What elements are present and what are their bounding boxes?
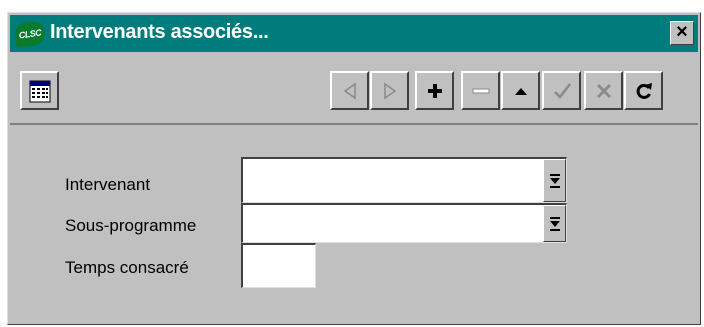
- previous-button[interactable]: [330, 71, 369, 110]
- x-icon: [596, 83, 611, 98]
- intervenant-label: Intervenant: [65, 175, 151, 194]
- cancel-button[interactable]: [584, 71, 623, 110]
- calendar-icon: [29, 80, 50, 102]
- triangle-up-icon: [514, 87, 527, 95]
- add-button[interactable]: [415, 71, 454, 110]
- check-icon: [553, 82, 571, 99]
- form-area: Intervenant Sous-programme Temps consacr…: [10, 125, 698, 322]
- window-title: Intervenants associés...: [50, 21, 269, 43]
- clsc-logo: CLSC: [13, 20, 47, 48]
- refresh-button[interactable]: [624, 71, 663, 110]
- refresh-icon: [636, 82, 652, 99]
- delete-button[interactable]: [461, 71, 500, 110]
- chevron-down-icon: [549, 173, 560, 188]
- toolbar: [10, 55, 698, 125]
- confirm-button[interactable]: [542, 71, 581, 110]
- triangle-left-icon: [343, 82, 356, 99]
- sous-programme-label: Sous-programme: [65, 216, 197, 235]
- intervenant-dropdown-button[interactable]: [543, 159, 566, 202]
- title-bar[interactable]: CLSC Intervenants associés... ×: [10, 15, 698, 52]
- temps-consacre-input[interactable]: [241, 243, 316, 288]
- minus-icon: [472, 88, 489, 93]
- next-button[interactable]: [370, 71, 409, 110]
- temps-consacre-label: Temps consacré: [65, 258, 189, 277]
- move-up-button[interactable]: [501, 71, 540, 110]
- sous-programme-dropdown-button[interactable]: [543, 205, 566, 242]
- calendar-button[interactable]: [20, 71, 59, 110]
- close-button[interactable]: ×: [670, 21, 694, 45]
- sous-programme-field[interactable]: [241, 203, 567, 243]
- chevron-down-icon: [549, 216, 560, 231]
- dialog-window: CLSC Intervenants associés... × Interven…: [7, 12, 701, 325]
- plus-icon: [427, 83, 442, 98]
- intervenant-field[interactable]: [241, 157, 567, 203]
- triangle-right-icon: [383, 82, 396, 99]
